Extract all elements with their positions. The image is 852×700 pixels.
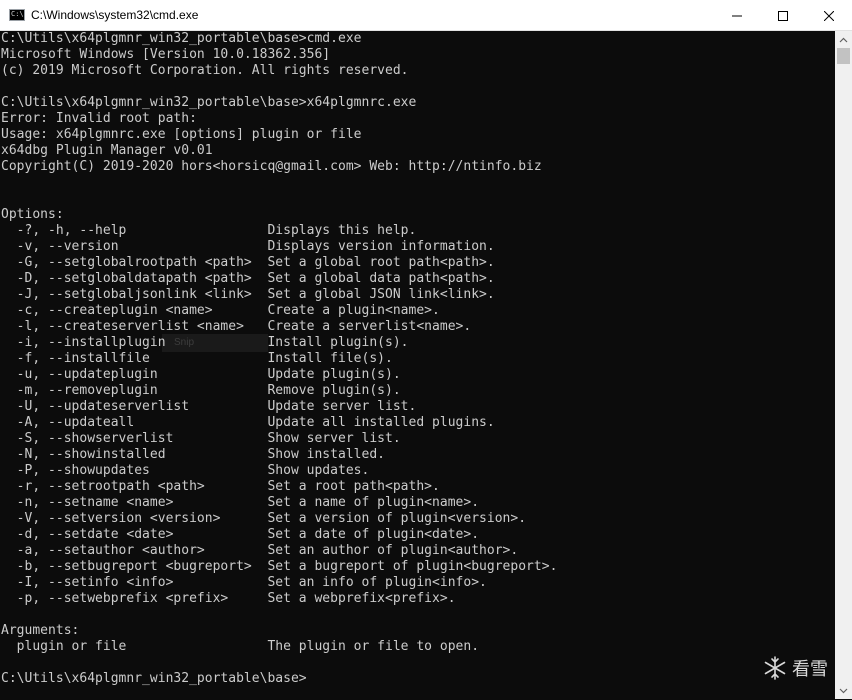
console-line: -P, --showupdates Show updates. (1, 463, 370, 478)
console-line: plugin or file The plugin or file to ope… (1, 639, 480, 654)
console-line: Copyright(C) 2019-2020 hors<horsicq@gmai… (1, 159, 542, 174)
console-line: -c, --createplugin <name> Create a plugi… (1, 303, 440, 318)
title-bar[interactable]: C:\ C:\Windows\system32\cmd.exe (0, 0, 852, 31)
close-icon (824, 10, 834, 21)
console-line: -i, --installplugin Install plugin(s). (1, 335, 409, 350)
console-line: -p, --setwebprefix <prefix> Set a webpre… (1, 591, 456, 606)
minimize-button[interactable] (714, 0, 760, 31)
console-line: C:\Utils\x64plgmnr_win32_portable\base>x… (1, 95, 417, 110)
console-line: Usage: x64plgmnrc.exe [options] plugin o… (1, 127, 362, 142)
console-line: x64dbg Plugin Manager v0.01 (1, 143, 213, 158)
console-line: -l, --createserverlist <name> Create a s… (1, 319, 472, 334)
maximize-icon (778, 10, 788, 21)
close-button[interactable] (806, 0, 852, 31)
cmd-app-icon[interactable]: C:\ (9, 9, 25, 21)
console-line: (c) 2019 Microsoft Corporation. All righ… (1, 63, 409, 78)
console-line: Arguments: (1, 623, 80, 638)
chevron-down-icon (839, 688, 848, 693)
vertical-scrollbar[interactable] (835, 31, 852, 699)
console-line: -U, --updateserverlist Update server lis… (1, 399, 417, 414)
console-line: C:\Utils\x64plgmnr_win32_portable\base> (1, 671, 307, 686)
console-line: -a, --setauthor <author> Set an author o… (1, 543, 519, 558)
console-line: -I, --setinfo <info> Set an info of plug… (1, 575, 487, 590)
console-line: -D, --setglobaldatapath <path> Set a glo… (1, 271, 495, 286)
console-line: -V, --setversion <version> Set a version… (1, 511, 527, 526)
console-line: -n, --setname <name> Set a name of plugi… (1, 495, 480, 510)
console-line: -N, --showinstalled Show installed. (1, 447, 385, 462)
window-title: C:\Windows\system32\cmd.exe (31, 8, 199, 22)
cmd-app-icon-text: C:\ (11, 10, 24, 18)
maximize-button[interactable] (760, 0, 806, 31)
console-line: -u, --updateplugin Update plugin(s). (1, 367, 401, 382)
snip-overlay: Snip (162, 334, 268, 352)
watermark: 看雪 (762, 652, 828, 684)
console-line: -G, --setglobalrootpath <path> Set a glo… (1, 255, 495, 270)
scroll-up-button[interactable] (835, 31, 852, 48)
console-line: -?, -h, --help Displays this help. (1, 223, 417, 238)
console-line: -r, --setrootpath <path> Set a root path… (1, 479, 440, 494)
console-line: -f, --installfile Install file(s). (1, 351, 393, 366)
console-line: -A, --updateall Update all installed plu… (1, 415, 495, 430)
console-line: -m, --removeplugin Remove plugin(s). (1, 383, 401, 398)
console-line: -d, --setdate <date> Set a date of plugi… (1, 527, 480, 542)
console-line: Microsoft Windows [Version 10.0.18362.35… (1, 47, 331, 62)
console-line: -b, --setbugreport <bugreport> Set a bug… (1, 559, 558, 574)
chevron-up-icon (839, 37, 848, 42)
console-line: Options: (1, 207, 64, 222)
minimize-icon (732, 15, 742, 16)
cmd-window: C:\ C:\Windows\system32\cmd.exe C:\Utils… (0, 0, 852, 700)
console-line: C:\Utils\x64plgmnr_win32_portable\base>c… (1, 31, 362, 46)
snowflake-icon (764, 656, 786, 680)
console-output[interactable]: C:\Utils\x64plgmnr_win32_portable\base>c… (1, 31, 835, 699)
console-line: -v, --version Displays version informati… (1, 239, 495, 254)
console-line: -J, --setglobaljsonlink <link> Set a glo… (1, 287, 495, 302)
scroll-thumb[interactable] (837, 48, 850, 64)
console-line: -S, --showserverlist Show server list. (1, 431, 401, 446)
watermark-text: 看雪 (792, 659, 828, 680)
console-line: Error: Invalid root path: (1, 111, 197, 126)
scroll-down-button[interactable] (835, 682, 852, 699)
